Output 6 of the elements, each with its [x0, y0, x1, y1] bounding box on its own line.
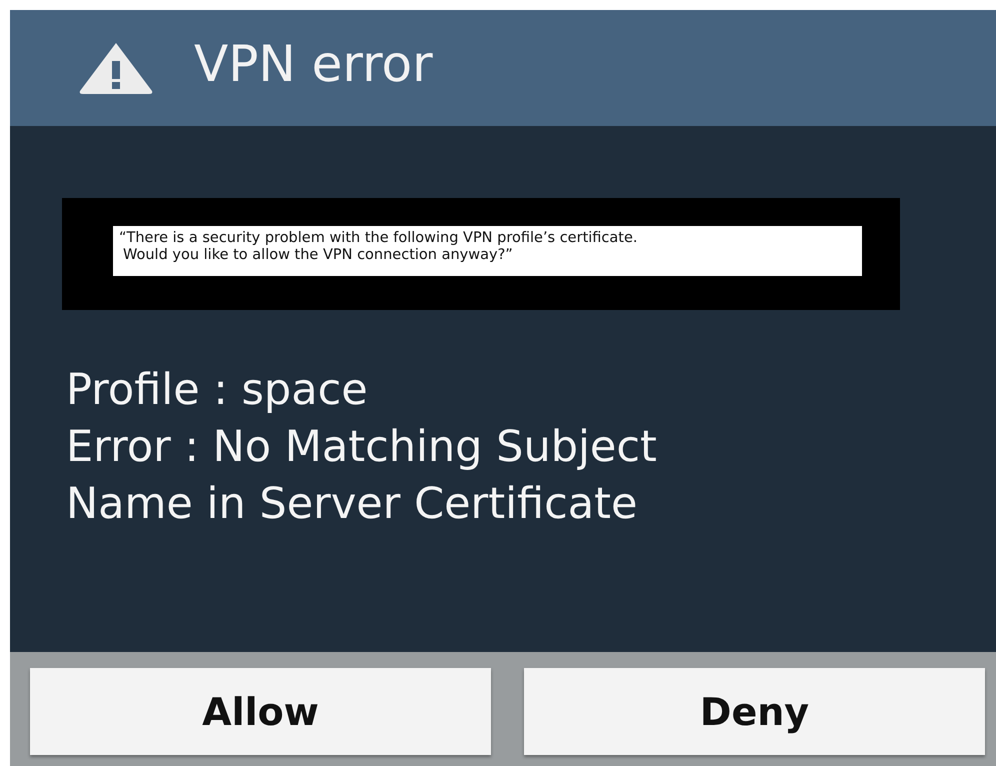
- warning-icon: [78, 41, 154, 95]
- notice-text: “There is a security problem with the following VPN profile’s certificate. Would you like to allow the VPN connection anyway?”: [113, 226, 862, 276]
- allow-button[interactable]: Allow: [30, 668, 491, 755]
- dialog-title: VPN error: [194, 35, 433, 95]
- error-details: Profile : space Error : No Matching Subject Name in Server Certificate: [66, 364, 658, 531]
- deny-button[interactable]: Deny: [524, 668, 985, 755]
